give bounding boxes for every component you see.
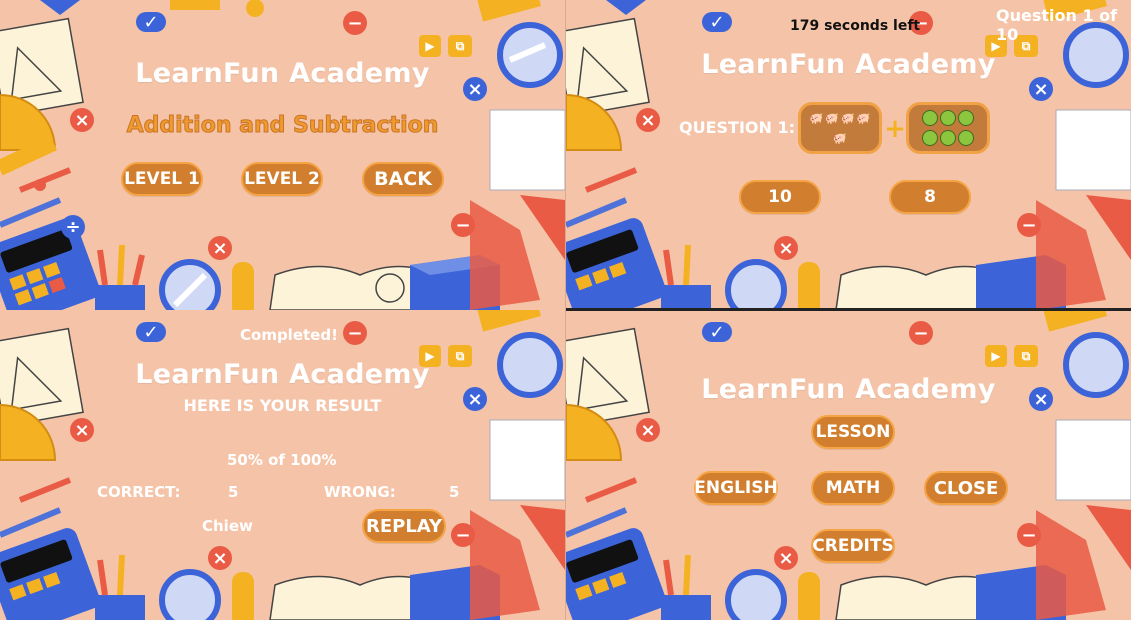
app-title: LearnFun Academy — [701, 49, 996, 80]
times-sticker-icon: × — [774, 236, 798, 260]
minus-sticker-icon: − — [343, 321, 367, 345]
main-menu-screen: − × × × − ✓ ▶ ⧉ LearnFun Academy LESSON … — [566, 310, 1131, 620]
check-sticker-icon: ✓ — [702, 322, 732, 343]
pig-icon: 🐖 — [841, 111, 855, 125]
math-stationery-decoration — [566, 310, 1131, 620]
minus-sticker-icon: − — [451, 213, 475, 237]
back-button[interactable]: BACK — [362, 162, 444, 196]
plus-operator-icon: + — [884, 114, 906, 144]
replay-button[interactable]: REPLAY — [362, 509, 446, 543]
pig-icon: 🐖 — [825, 111, 839, 125]
wrong-value: 5 — [449, 483, 460, 501]
apple-icon — [958, 130, 974, 146]
times-sticker-icon: × — [1029, 77, 1053, 101]
pig-icon: 🐖 — [809, 111, 824, 125]
check-sticker-icon: ✓ — [136, 12, 166, 33]
result-screen: − × × × − ✓ ▶ ⧉ Completed! LearnFun Acad… — [0, 310, 565, 620]
play-icon[interactable]: ▶ — [985, 345, 1007, 367]
pig-icon: 🐖 — [833, 131, 847, 145]
answer-button-b[interactable]: 8 — [889, 180, 971, 214]
apple-count-card — [906, 102, 990, 154]
lesson-button[interactable]: LESSON — [811, 415, 895, 449]
apple-icon — [922, 130, 938, 146]
minus-sticker-icon: − — [909, 321, 933, 345]
apple-icon — [958, 110, 974, 126]
completed-status: Completed! — [240, 326, 338, 344]
screenshot-grid: − × × ÷ × − ✓ ▶ ⧉ LearnFun Academy Addit… — [0, 0, 1131, 620]
apple-icon — [940, 110, 956, 126]
english-button[interactable]: ENGLISH — [694, 471, 778, 505]
times-sticker-icon: × — [636, 418, 660, 442]
result-heading: HERE IS YOUR RESULT — [183, 396, 382, 415]
pig-count-card: 🐖 🐖 🐖 🐖 🐖 — [798, 102, 882, 154]
timer-text: 179 seconds left — [790, 18, 921, 34]
apple-icon — [940, 130, 956, 146]
times-sticker-icon: × — [636, 108, 660, 132]
correct-label: CORRECT: — [97, 483, 181, 501]
times-sticker-icon: × — [208, 236, 232, 260]
math-button[interactable]: MATH — [811, 471, 895, 505]
divide-sticker-icon: ÷ — [61, 215, 85, 239]
app-title: LearnFun Academy — [135, 359, 430, 390]
close-button[interactable]: CLOSE — [924, 471, 1008, 505]
score-text: 50% of 100% — [227, 451, 337, 469]
minus-sticker-icon: − — [1017, 523, 1041, 547]
window-icon[interactable]: ⧉ — [1014, 345, 1038, 367]
wrong-label: WRONG: — [324, 483, 396, 501]
math-stationery-decoration — [566, 0, 1131, 310]
topic-subtitle: Addition and Subtraction — [126, 113, 439, 139]
credits-button[interactable]: CREDITS — [811, 529, 895, 563]
level-2-button[interactable]: LEVEL 2 — [241, 162, 323, 196]
answer-button-a[interactable]: 10 — [739, 180, 821, 214]
times-sticker-icon: × — [70, 418, 94, 442]
times-sticker-icon: × — [774, 546, 798, 570]
pig-icon: 🐖 — [856, 111, 871, 125]
minus-sticker-icon: − — [343, 11, 367, 35]
math-stationery-decoration — [0, 0, 565, 310]
app-title: LearnFun Academy — [701, 374, 996, 405]
player-name: Chiew — [202, 517, 253, 535]
minus-sticker-icon: − — [451, 523, 475, 547]
check-sticker-icon: ✓ — [702, 12, 732, 33]
window-icon[interactable]: ⧉ — [448, 35, 472, 57]
minus-sticker-icon: − — [1017, 213, 1041, 237]
question-progress: Question 1 of 10 — [996, 6, 1118, 44]
level-1-button[interactable]: LEVEL 1 — [121, 162, 203, 196]
times-sticker-icon: × — [208, 546, 232, 570]
app-title: LearnFun Academy — [135, 58, 430, 89]
correct-value: 5 — [228, 483, 239, 501]
question-screen: − × × × − ✓ ▶ ⧉ 179 seconds left Questio… — [566, 0, 1131, 310]
level-select-screen: − × × ÷ × − ✓ ▶ ⧉ LearnFun Academy Addit… — [0, 0, 565, 310]
play-icon[interactable]: ▶ — [419, 35, 441, 57]
check-sticker-icon: ✓ — [136, 322, 166, 343]
apple-icon — [922, 110, 938, 126]
panel-divider — [566, 308, 1131, 311]
question-label: QUESTION 1: — [679, 118, 796, 137]
